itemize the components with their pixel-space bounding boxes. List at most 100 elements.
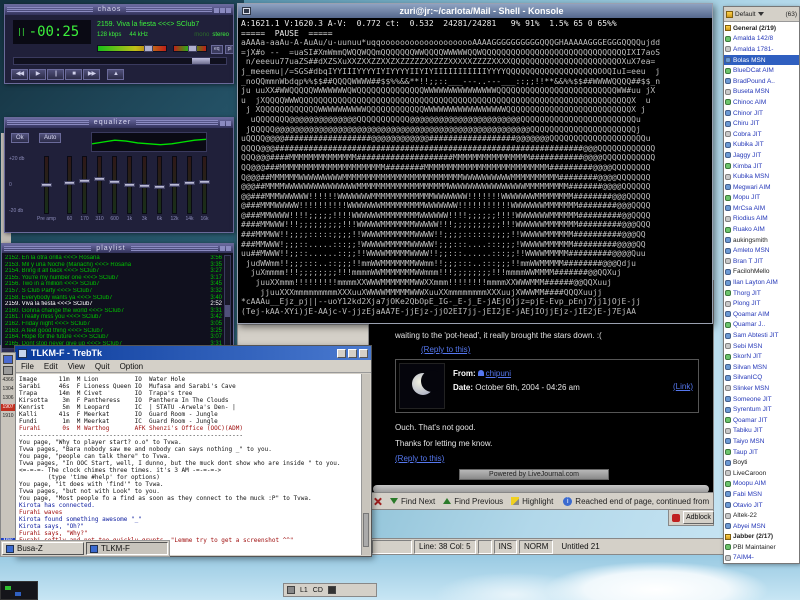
eq-band-knob[interactable]	[41, 183, 52, 187]
session-item[interactable]: 1910	[1, 413, 15, 420]
powered-by-banner[interactable]: Powered by LiveJournal.com	[459, 469, 609, 480]
contact-row[interactable]: Plong JIT	[724, 298, 799, 309]
window-buttons[interactable]	[337, 349, 368, 358]
eq-band-knob[interactable]	[109, 180, 120, 184]
window-buttons[interactable]	[220, 121, 233, 126]
contact-row[interactable]: Buseta MSN	[724, 87, 799, 98]
contact-row[interactable]: Altek-22	[724, 510, 799, 521]
contact-row[interactable]: Jaggy JIT	[724, 150, 799, 161]
maximize-icon[interactable]	[348, 349, 357, 358]
eq-band-slider[interactable]	[157, 156, 162, 214]
contact-row[interactable]: Jabber (2/17)	[724, 532, 799, 543]
contact-row[interactable]: Chinor JIT	[724, 108, 799, 119]
mud-output[interactable]: Image 11m M Lion IO Water HoleSarabi 46s…	[16, 374, 370, 555]
contact-row[interactable]: Quamar J..	[724, 320, 799, 331]
minimize-icon[interactable]	[214, 8, 219, 13]
find-previous-button[interactable]: Find Previous	[443, 497, 503, 506]
eq-auto-button[interactable]: Auto	[39, 133, 61, 143]
playlist-titlebar[interactable]: playlist	[2, 244, 233, 253]
userpic-moon[interactable]	[399, 363, 445, 409]
transport-button[interactable]: ◀◀	[11, 69, 28, 80]
contact-row[interactable]: Mopu JIT	[724, 193, 799, 204]
contact-row[interactable]: BlueDCat AIM	[724, 65, 799, 76]
contact-row[interactable]: Ruako AIM	[724, 224, 799, 235]
eq-band-slider[interactable]	[44, 156, 49, 214]
contact-row[interactable]: Amalda 1781-	[724, 44, 799, 55]
horizontal-scrollbar[interactable]	[373, 485, 709, 492]
session-item[interactable]: 4366	[1, 377, 15, 384]
group-filter-label[interactable]: Default	[735, 11, 756, 18]
playlist-row[interactable]: 2164. Hope for the future <<<> SClub7 3:…	[5, 334, 222, 341]
transport-button[interactable]: ▶	[29, 69, 46, 80]
eq-band-knob[interactable]	[64, 181, 75, 185]
contact-row[interactable]: Boyti	[724, 457, 799, 468]
equalizer-toggle-button[interactable]: eq	[211, 45, 223, 54]
playlist-row[interactable]: 2157. S Club Party <<<> SClub7 3:32	[5, 288, 222, 295]
transport-button[interactable]: ■	[65, 69, 82, 80]
highlight-button[interactable]: Highlight	[511, 497, 553, 506]
contact-row[interactable]: Taiyo MSN	[724, 436, 799, 447]
eq-band-slider[interactable]	[172, 156, 177, 214]
layout-indicator[interactable]: L1	[300, 587, 308, 594]
cd-indicator[interactable]: CD	[313, 587, 323, 594]
balance-knob[interactable]	[188, 45, 197, 52]
eq-band-knob[interactable]	[139, 184, 150, 188]
transport-button[interactable]: ▶▶	[83, 69, 100, 80]
contact-row[interactable]: MrCsa AIM	[724, 203, 799, 214]
close-find-icon[interactable]	[373, 497, 382, 506]
menu-item[interactable]: Edit	[44, 362, 58, 371]
volume-slider[interactable]	[97, 45, 167, 52]
scrollbar-thumb[interactable]	[363, 513, 369, 547]
eq-band-knob[interactable]	[184, 181, 195, 185]
session-item[interactable]: 1306	[1, 395, 15, 402]
contact-row[interactable]: Bolas MSN	[724, 55, 799, 66]
contact-row[interactable]: Syrentum JIT	[724, 404, 799, 415]
contact-row[interactable]: Fabi MSN	[724, 489, 799, 500]
username-link[interactable]: chipuni	[486, 369, 511, 378]
eq-band-knob[interactable]	[79, 179, 90, 183]
task-button[interactable]: TLKM-F	[86, 542, 168, 555]
contact-row[interactable]: Sam Abtesti JIT	[724, 330, 799, 341]
contact-row[interactable]: Tabiku JIT	[724, 426, 799, 437]
contact-row[interactable]: Kimba JIT	[724, 161, 799, 172]
contact-row[interactable]: Qoamar JIT	[724, 415, 799, 426]
playlist-row[interactable]: 2161. I really miss you <<<> SClub7 3:42	[5, 314, 222, 321]
contact-row[interactable]: Thorg JIT	[724, 288, 799, 299]
konsole-window[interactable]: zuri@jr:~/carlota/Mail - Shell - Konsole…	[237, 3, 713, 324]
contact-row[interactable]: Taup JIT	[724, 447, 799, 458]
xmms-player-window[interactable]: chaos || -00:25 2159. Viva la fiesta <<<…	[4, 4, 234, 84]
eq-band-knob[interactable]	[124, 183, 135, 187]
menu-item[interactable]: Quit	[95, 362, 110, 371]
menu-item[interactable]: File	[21, 362, 34, 371]
close-icon[interactable]	[226, 8, 231, 13]
contact-row[interactable]: Megwari AIM	[724, 182, 799, 193]
mud-client-window[interactable]: TLKM-F - TrebTk FileEditViewQuitOption I…	[14, 345, 372, 557]
playlist-row[interactable]: 2163. A feel good thing <<<> SClub7 3:25	[5, 328, 222, 335]
contact-row[interactable]: Ilan Layton AIM	[724, 277, 799, 288]
eq-band-slider[interactable]	[82, 156, 87, 214]
contact-row[interactable]: Otavio JIT	[724, 500, 799, 511]
reply-link[interactable]: (Reply to this)	[395, 454, 444, 463]
playlist-row[interactable]: 2159. Viva la fiesta <<<> SClub7 2:52	[5, 301, 222, 308]
menu-item[interactable]: Option	[120, 362, 144, 371]
eq-band-knob[interactable]	[154, 185, 165, 189]
playlist-scrollbar[interactable]	[224, 255, 231, 346]
position-slider[interactable]	[13, 57, 227, 65]
eq-band-knob[interactable]	[94, 177, 105, 181]
contact-row[interactable]: Kubika MSN	[724, 171, 799, 182]
session-item[interactable]: 1907	[1, 404, 15, 411]
contact-row[interactable]: Moopu AIM	[724, 479, 799, 490]
reply-link[interactable]: (Reply to this)	[421, 345, 470, 354]
contact-row[interactable]: Slinker MSN	[724, 383, 799, 394]
contact-list-header[interactable]: Default (63)	[724, 7, 799, 22]
group-folder-icon[interactable]	[726, 11, 733, 18]
equalizer-window[interactable]: equalizer Ok Auto +20 db0-20 db Pre amp	[4, 117, 234, 233]
equalizer-titlebar[interactable]: equalizer	[5, 118, 233, 128]
panel-icon[interactable]	[3, 366, 13, 375]
contact-row[interactable]: Abyei MSN	[724, 521, 799, 532]
contact-row[interactable]: Chinoc AIM	[724, 97, 799, 108]
contact-row[interactable]: LiveCaroon	[724, 468, 799, 479]
toolbar-icon[interactable]	[287, 586, 295, 594]
panel-icon[interactable]	[3, 355, 13, 364]
contact-row[interactable]: Kubika JIT	[724, 140, 799, 151]
